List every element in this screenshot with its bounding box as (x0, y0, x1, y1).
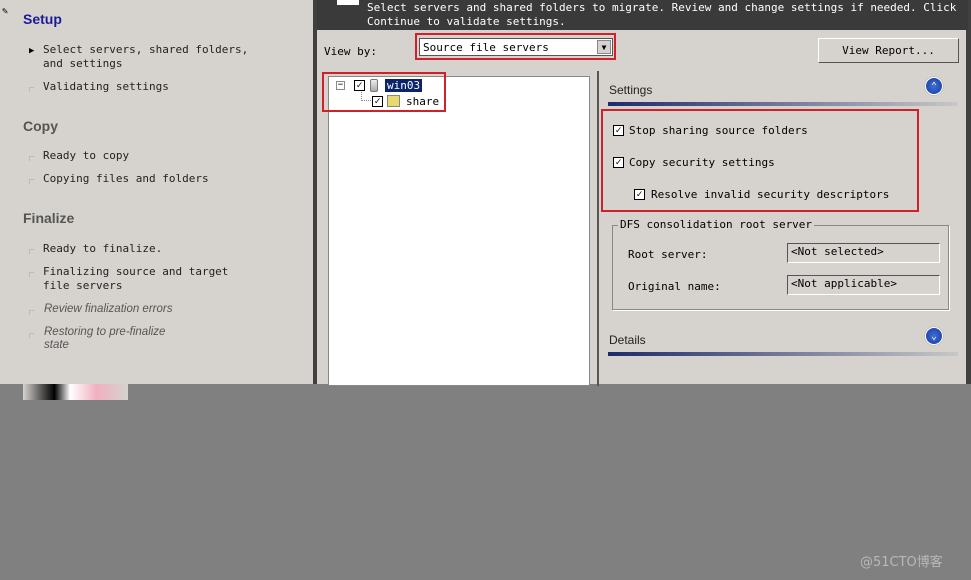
instruction-line1: Select servers and shared folders to mig… (367, 1, 957, 14)
share-checkbox[interactable]: ✓ (372, 96, 383, 107)
dfs-group-title: DFS consolidation root server (618, 218, 815, 231)
step-restoring: Restoring to pre-finalize state (44, 326, 166, 351)
step-validating: Validating settings (43, 80, 169, 93)
step-select-servers: Select servers, shared folders, and sett… (43, 43, 249, 70)
root-server-field[interactable]: <Not selected> (787, 243, 940, 263)
rendering-artifact (23, 384, 128, 400)
instruction-header: Select servers and shared folders to mig… (317, 0, 968, 30)
step-ready-finalize: Ready to finalize. (43, 242, 163, 255)
stop-sharing-checkbox[interactable]: ✓ (613, 125, 624, 136)
step-copying: Copying files and folders (43, 172, 209, 185)
tree-node-server[interactable]: win03 (385, 79, 423, 92)
splitter[interactable] (597, 71, 599, 386)
server-checkbox[interactable]: ✓ (354, 80, 365, 91)
dfs-group: DFS consolidation root server Root serve… (612, 218, 949, 310)
folder-tree[interactable] (328, 76, 590, 386)
view-report-button[interactable]: View Report... (818, 38, 959, 63)
step-bullet-icon (29, 310, 34, 315)
view-by-label: View by: (324, 45, 377, 58)
section-copy: Copy (23, 118, 58, 134)
shared-folder-icon (387, 95, 400, 107)
view-by-value: Source file servers (423, 41, 549, 54)
root-server-label: Root server: (628, 248, 708, 261)
original-name-label: Original name: (628, 280, 721, 293)
tree-connector (361, 92, 371, 101)
server-icon (370, 79, 378, 92)
stop-sharing-label: Stop sharing source folders (629, 124, 808, 137)
section-finalize: Finalize (23, 210, 75, 226)
window-edge (966, 0, 971, 384)
settings-bar (608, 102, 958, 106)
step-bullet-icon (29, 333, 34, 338)
original-name-field[interactable]: <Not applicable> (787, 275, 940, 295)
step-bullet-icon (29, 272, 34, 277)
step-bullet-icon (29, 87, 34, 92)
step-review-errors: Review finalization errors (44, 303, 173, 315)
collapse-settings-icon[interactable]: ⌃ (925, 77, 943, 95)
instruction-line2: Continue to validate settings. (367, 15, 566, 28)
copy-security-checkbox[interactable]: ✓ (613, 157, 624, 168)
original-name-value: <Not applicable> (791, 277, 897, 290)
details-bar (608, 352, 958, 356)
collapse-icon[interactable]: − (336, 81, 345, 90)
step-bullet-icon (29, 156, 34, 161)
wizard-steps-panel: ✎ Setup ▶ Select servers, shared folders… (0, 0, 313, 398)
current-step-arrow-icon: ▶ (29, 46, 35, 56)
resolve-invalid-label: Resolve invalid security descriptors (651, 188, 890, 201)
header-icon (337, 0, 359, 5)
watermark: @51CTO博客 (860, 555, 943, 570)
view-by-dropdown[interactable]: Source file servers ▼ (419, 38, 613, 56)
settings-title: Settings (609, 83, 653, 97)
tree-node-share[interactable]: share (406, 95, 439, 108)
expand-details-icon[interactable]: ⌄ (925, 327, 943, 345)
details-title: Details (609, 333, 646, 347)
chevron-down-icon[interactable]: ▼ (597, 40, 611, 54)
step-ready-copy: Ready to copy (43, 149, 130, 162)
step-finalizing: Finalizing source and target file server… (43, 265, 229, 292)
pencil-icon: ✎ (2, 6, 9, 17)
resolve-invalid-checkbox[interactable]: ✓ (634, 189, 645, 200)
step-bullet-icon (29, 249, 34, 254)
step-bullet-icon (29, 179, 34, 184)
copy-security-label: Copy security settings (629, 156, 775, 169)
main-panel: View by: Source file servers ▼ View Repo… (317, 30, 966, 386)
section-setup: Setup (23, 11, 62, 27)
root-server-value: <Not selected> (791, 245, 884, 258)
